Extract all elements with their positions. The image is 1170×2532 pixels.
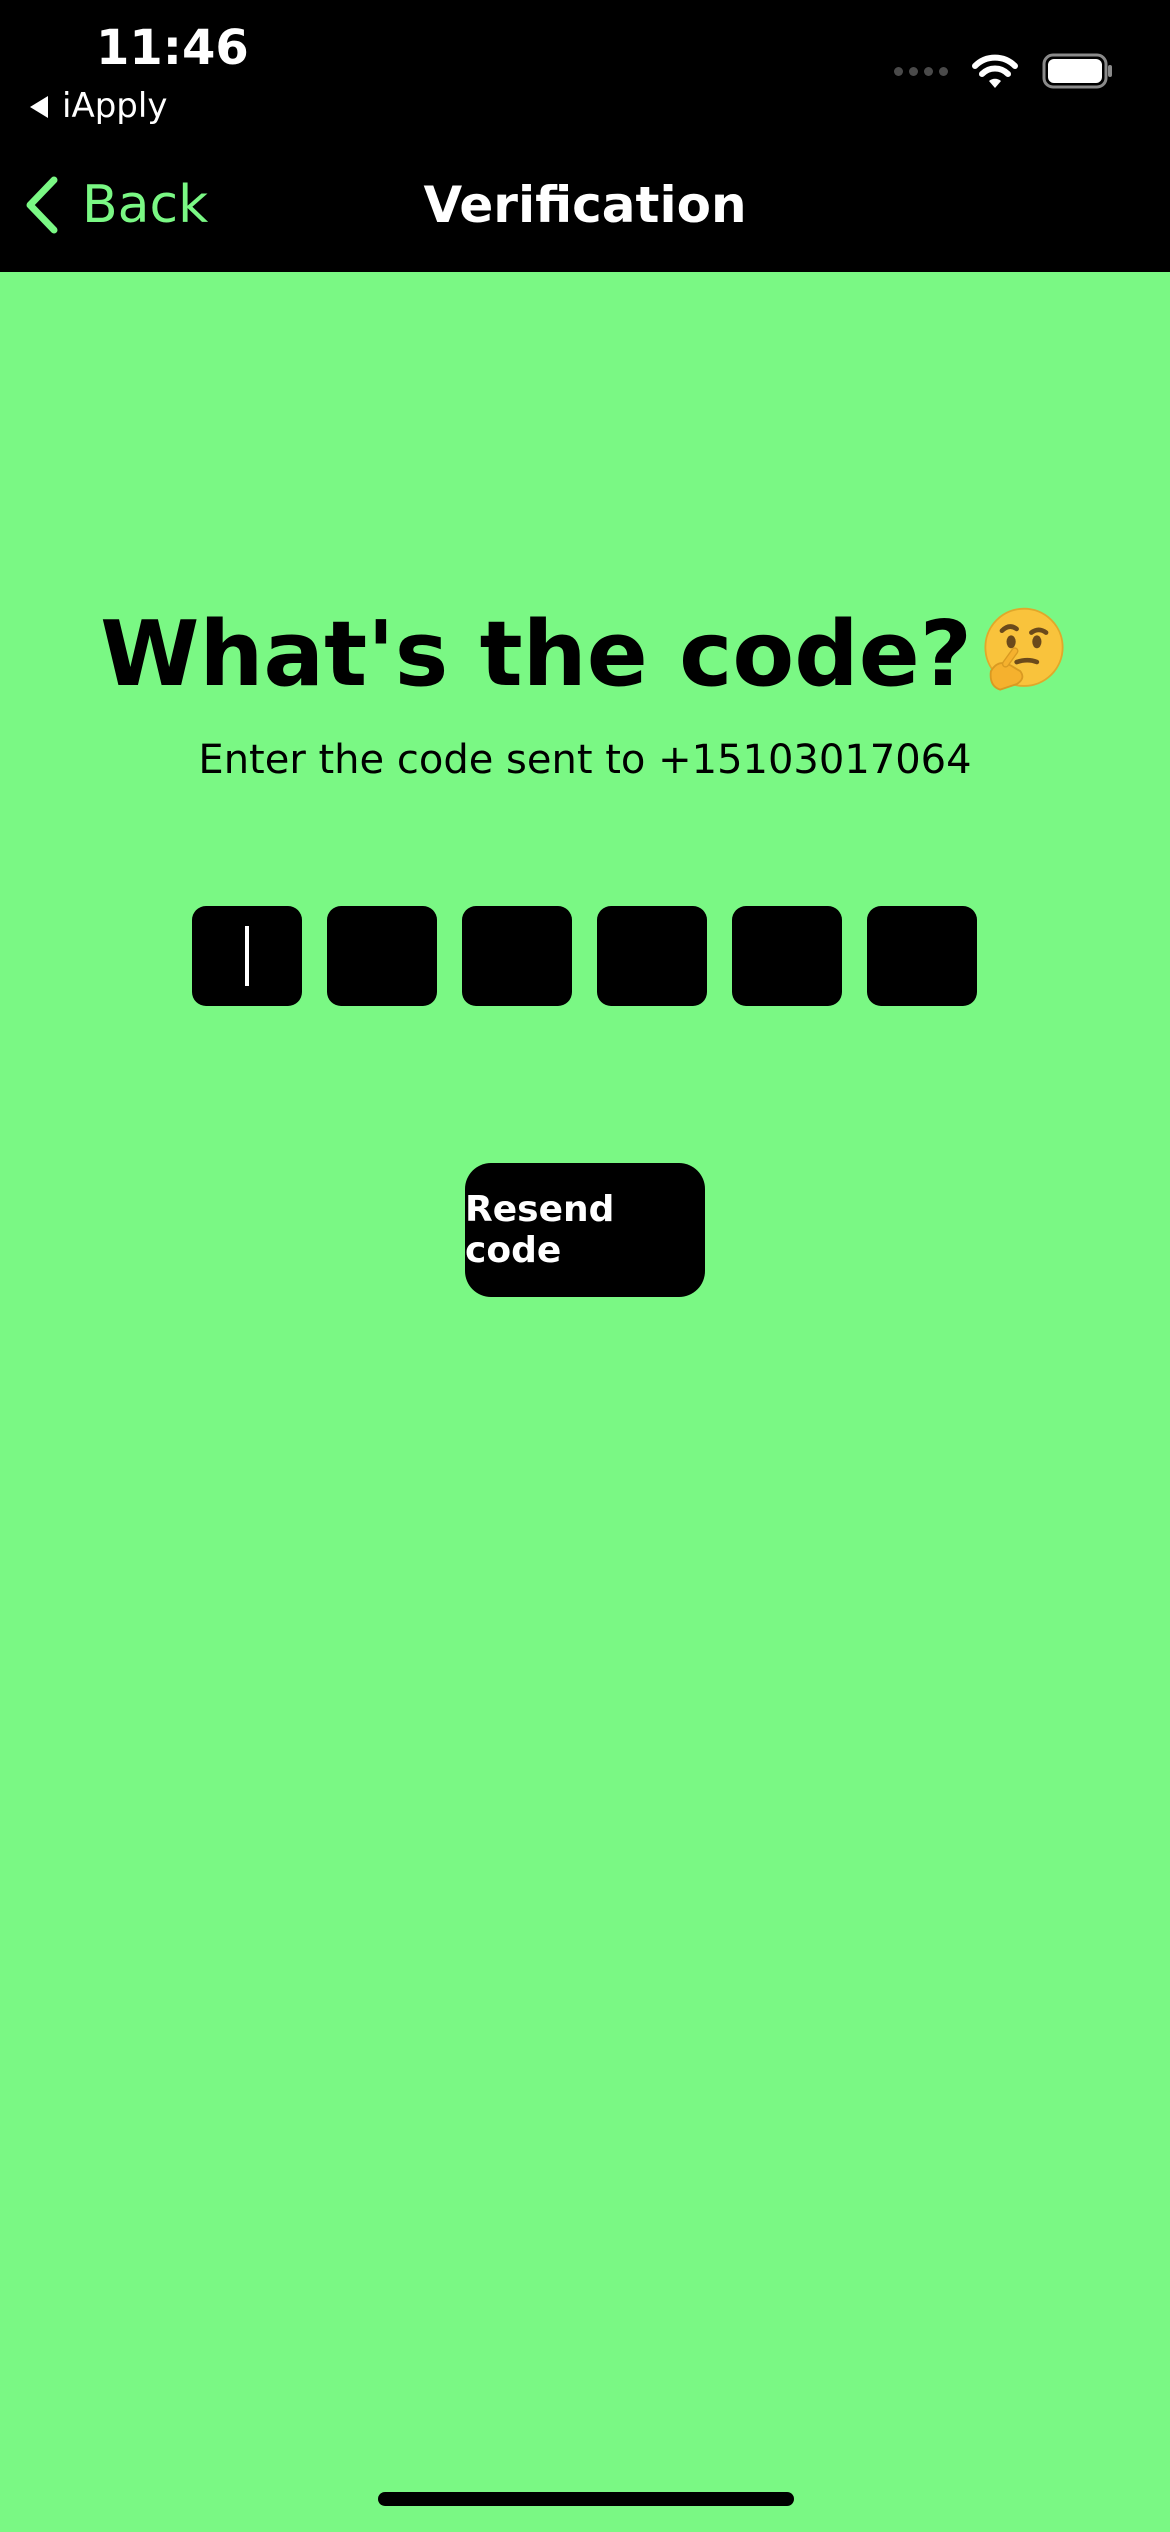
heading-text: What's the code? xyxy=(100,602,972,707)
verification-heading: What's the code? xyxy=(0,600,1170,710)
code-digit-input[interactable] xyxy=(597,906,707,1006)
code-digit-input[interactable] xyxy=(732,906,842,1006)
top-bar: 11:46 iApply Back Verification xyxy=(0,0,1170,272)
back-button[interactable]: Back xyxy=(24,170,208,240)
thinking-face-emoji xyxy=(984,607,1064,691)
code-input-group xyxy=(192,906,977,1006)
code-digit-input[interactable] xyxy=(327,906,437,1006)
wifi-icon xyxy=(972,54,1018,88)
battery-icon xyxy=(1042,53,1112,89)
status-icons xyxy=(894,52,1114,90)
text-cursor xyxy=(245,926,249,986)
chevron-left-icon xyxy=(26,176,58,234)
verification-subheading: Enter the code sent to +15103017064 xyxy=(198,737,972,783)
return-to-app-label: iApply xyxy=(62,86,168,126)
resend-code-button[interactable]: Resend code xyxy=(465,1163,705,1297)
code-digit-input[interactable] xyxy=(192,906,302,1006)
code-digit-input[interactable] xyxy=(867,906,977,1006)
back-label: Back xyxy=(82,175,209,235)
code-digit-input[interactable] xyxy=(462,906,572,1006)
cellular-signal-icon xyxy=(894,66,948,76)
home-indicator[interactable] xyxy=(378,2492,794,2506)
return-to-app-link[interactable]: iApply xyxy=(30,86,168,126)
status-time: 11:46 xyxy=(96,20,249,76)
back-triangle-icon xyxy=(30,95,48,118)
